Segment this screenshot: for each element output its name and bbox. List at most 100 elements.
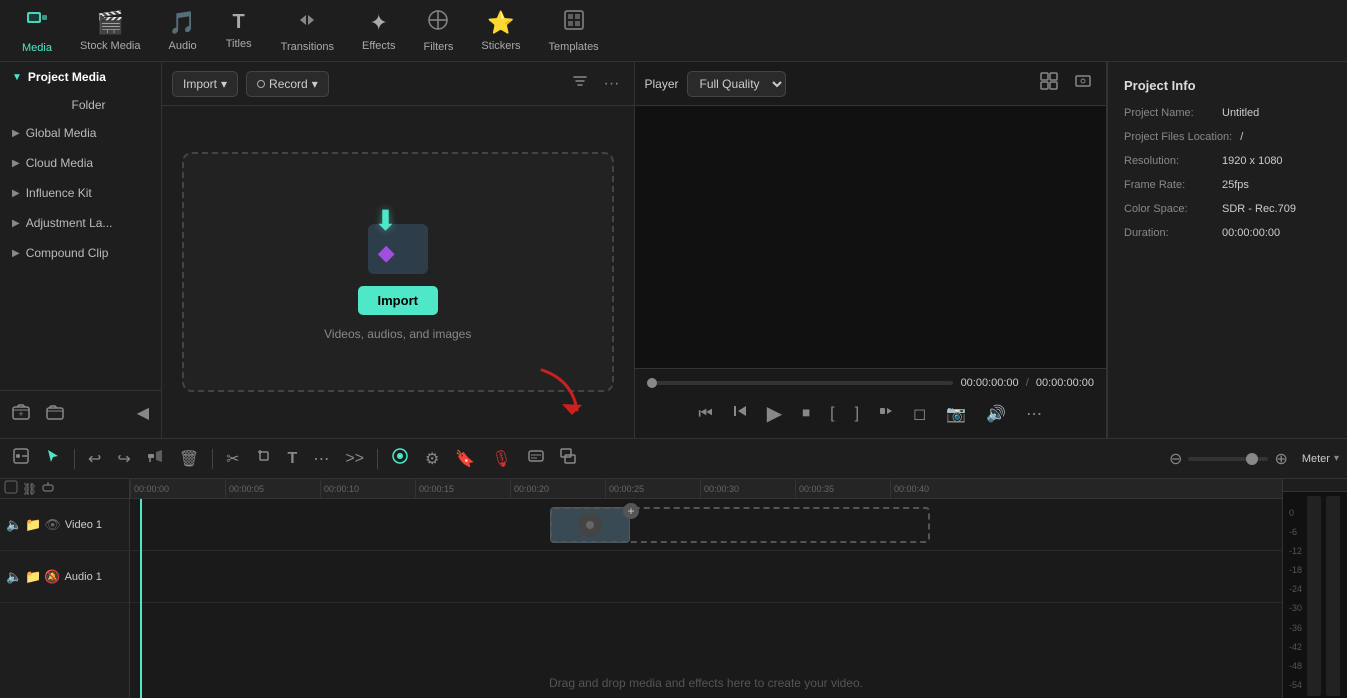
play-icon[interactable]: ▶ — [763, 397, 786, 430]
files-location-label: Project Files Location: — [1124, 131, 1232, 143]
sidebar-item-influence-kit[interactable]: ▶ Influence Kit — [0, 178, 161, 208]
video-track-folder-icon[interactable]: 📁 — [25, 517, 41, 533]
track-select-icon[interactable] — [8, 444, 34, 473]
player-label: Player — [645, 77, 679, 91]
progress-track[interactable] — [647, 381, 953, 385]
overlay-icon[interactable] — [555, 444, 581, 473]
more-options-icon[interactable]: ··· — [600, 71, 624, 97]
zoom-plus-icon[interactable]: ⊕ — [1274, 449, 1287, 469]
drop-icon-container: ⬇ ◆ — [358, 204, 438, 274]
delete-icon[interactable]: 🗑 — [174, 445, 204, 473]
video-track-label: 🔈 📁 👁 Video 1 — [0, 499, 129, 551]
insert-clip-icon[interactable] — [875, 400, 897, 427]
sidebar-label: Compound Clip — [26, 246, 109, 260]
templates-icon — [563, 9, 585, 37]
sidebar-item-adjustment[interactable]: ▶ Adjustment La... — [0, 208, 161, 238]
append-icon[interactable]: >> — [340, 446, 369, 472]
meter-scale-2: -12 — [1289, 547, 1302, 556]
more-controls-icon[interactable]: ⋯ — [1022, 400, 1046, 428]
redo-icon[interactable]: ↪ — [112, 445, 135, 473]
undo-icon[interactable]: ↩ — [83, 445, 106, 473]
sidebar-item-global-media[interactable]: ▶ Global Media — [0, 118, 161, 148]
progress-thumb[interactable] — [647, 378, 657, 388]
nav-templates[interactable]: Templates — [535, 3, 613, 59]
stock-media-icon: 🎬 — [97, 10, 124, 36]
audio-track — [130, 551, 1282, 603]
import-button[interactable]: Import ▾ — [172, 71, 238, 97]
nav-stock-media[interactable]: 🎬 Stock Media — [66, 4, 155, 58]
sidebar-item-project-media[interactable]: ▼ Project Media — [0, 62, 161, 92]
video-track-speaker-icon[interactable]: 🔈 — [6, 517, 22, 533]
record-button[interactable]: Record ▾ — [246, 71, 329, 97]
sidebar-label: Adjustment La... — [26, 216, 113, 230]
mic-icon[interactable]: 🎙 — [486, 445, 516, 473]
settings-icon[interactable]: ⚙ — [420, 445, 444, 473]
volume-icon[interactable]: 🔊 — [982, 400, 1010, 428]
crop-icon[interactable] — [251, 444, 277, 473]
audio-track-speaker-icon[interactable]: 🔈 — [6, 569, 22, 585]
snap-icon[interactable] — [386, 443, 414, 474]
sidebar-item-compound-clip[interactable]: ▶ Compound Clip — [0, 238, 161, 268]
audio-track-folder-icon[interactable]: 📁 — [25, 569, 41, 585]
import-green-button[interactable]: Import — [358, 286, 438, 315]
mark-out-icon[interactable]: ] — [851, 401, 863, 427]
nav-effects[interactable]: ✦ Effects — [348, 4, 409, 58]
pointer-tool-icon[interactable] — [40, 444, 66, 473]
bookmark-icon[interactable]: 🔖 — [450, 445, 480, 473]
scissors-icon[interactable]: ✂ — [221, 445, 244, 473]
more-tools-icon[interactable]: ⋯ — [308, 445, 334, 473]
camera-icon[interactable]: 📷 — [942, 400, 970, 428]
download-arrow-icon: ⬇ — [374, 204, 397, 237]
snapshot-icon[interactable]: ◻ — [909, 400, 930, 428]
meter-scale-0: 0 — [1289, 509, 1302, 518]
folder-icon[interactable] — [42, 399, 68, 430]
fullscreen-icon[interactable] — [1070, 68, 1096, 99]
zoom-minus-icon[interactable]: ⊖ — [1169, 449, 1182, 469]
record-dot-icon — [257, 80, 265, 88]
control-buttons: ⏮ ▶ ⏹ [ ] ◻ 📷 🔊 ⋯ — [647, 397, 1095, 430]
meter-scale-7: -42 — [1289, 643, 1302, 652]
nav-filters[interactable]: Filters — [409, 3, 467, 59]
subtitle-icon[interactable] — [523, 444, 549, 473]
templates-label: Templates — [549, 41, 599, 53]
filter-icon[interactable] — [568, 69, 592, 98]
timeline-playhead[interactable] — [140, 499, 142, 698]
nav-stickers[interactable]: ⭐ Stickers — [467, 4, 534, 58]
import-chevron-icon: ▾ — [221, 77, 227, 91]
nav-audio[interactable]: 🎵 Audio — [155, 4, 211, 58]
link-track-icon[interactable]: ⛓ — [22, 482, 37, 496]
timeline-content: ⛓ 🔈 📁 👁 Video 1 🔈 📁 🔕 — [0, 479, 1347, 698]
nav-transitions[interactable]: Transitions — [267, 3, 348, 59]
drop-zone[interactable]: ⬇ ◆ Import Videos, audios, and images — [182, 152, 614, 392]
quality-select[interactable]: Full Quality — [687, 71, 786, 97]
track-header-row: ⛓ — [0, 479, 129, 499]
text-tool-icon[interactable]: T — [283, 446, 303, 472]
mark-in-icon[interactable]: [ — [826, 401, 838, 427]
collapse-panel-icon[interactable]: ◀ — [133, 399, 153, 430]
frame-back-icon[interactable] — [729, 400, 751, 427]
zoom-thumb[interactable] — [1246, 453, 1258, 465]
stop-icon[interactable]: ⏹ — [798, 401, 814, 427]
audio-track-icons: 🔈 📁 🔕 — [6, 569, 61, 585]
filters-label: Filters — [423, 41, 453, 53]
attach-icon[interactable] — [41, 480, 55, 497]
color-space-label: Color Space: — [1124, 203, 1214, 215]
sidebar-item-folder[interactable]: Folder — [0, 92, 161, 118]
skip-back-icon[interactable]: ⏮ — [694, 401, 716, 427]
nav-titles[interactable]: T Titles — [211, 5, 267, 56]
add-folder-button[interactable]: + — [8, 399, 34, 430]
video-track-eye-icon[interactable]: 👁 — [44, 517, 61, 533]
audio-track-name: Audio 1 — [65, 571, 102, 583]
audio-track-mute-icon[interactable]: 🔕 — [44, 569, 60, 585]
audio-icon: 🎵 — [169, 10, 196, 36]
sidebar-item-cloud-media[interactable]: ▶ Cloud Media — [0, 148, 161, 178]
info-files-location: Project Files Location: / — [1124, 131, 1331, 143]
add-track-icon[interactable] — [4, 480, 18, 497]
meter-scale-4: -24 — [1289, 585, 1302, 594]
nav-media[interactable]: Media — [8, 2, 66, 60]
drop-here-zone[interactable] — [550, 507, 930, 543]
toolbar-separator-3 — [377, 449, 378, 469]
meter-scale-5: -30 — [1289, 604, 1302, 613]
audio-detach-icon[interactable] — [142, 444, 168, 473]
grid-view-icon[interactable] — [1036, 68, 1062, 99]
